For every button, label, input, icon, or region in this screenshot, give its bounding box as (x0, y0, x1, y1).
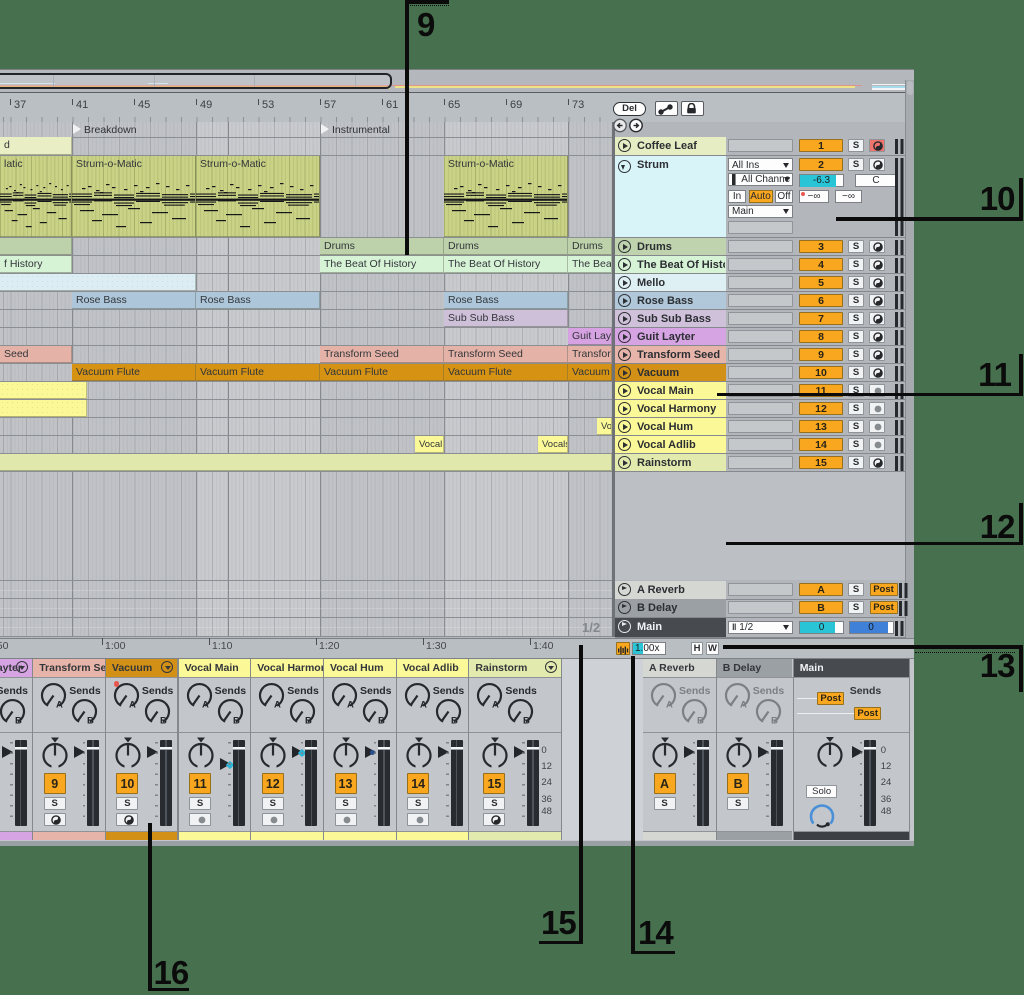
svg-text:A: A (666, 699, 673, 710)
svg-text:A: A (740, 699, 747, 710)
svg-text:A: A (492, 699, 499, 710)
svg-text:B: B (305, 715, 312, 726)
svg-text:A: A (56, 699, 63, 710)
svg-text:B: B (233, 715, 240, 726)
svg-text:B: B (160, 715, 167, 726)
svg-text:B: B (87, 715, 94, 726)
svg-text:A: A (202, 699, 209, 710)
svg-text:B: B (697, 715, 704, 726)
svg-text:B: B (523, 715, 530, 726)
svg-text:A: A (274, 699, 281, 710)
svg-text:A: A (420, 699, 427, 710)
svg-text:B: B (15, 715, 22, 726)
svg-text:A: A (347, 699, 354, 710)
svg-text:B: B (771, 715, 778, 726)
svg-text:B: B (378, 715, 385, 726)
svg-text:B: B (451, 715, 458, 726)
svg-text:A: A (129, 699, 136, 710)
